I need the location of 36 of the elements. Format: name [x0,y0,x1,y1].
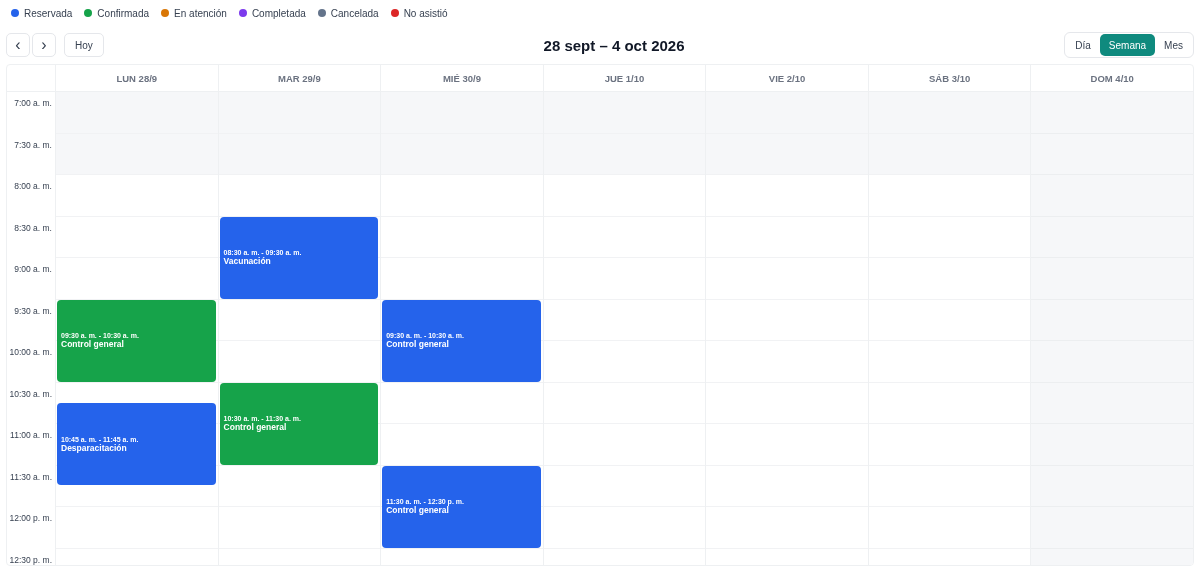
today-button[interactable]: Hoy [64,33,104,57]
event-title: Control general [61,339,125,349]
day-header: VIE 2/10 [705,65,868,91]
event-title: Control general [386,505,449,515]
time-label: 12:00 p. m. [9,513,52,524]
time-label: 8:30 a. m. [14,222,52,234]
time-label: 11:30 a. m. [10,471,52,483]
time-label: 10:00 a. m. [9,347,52,358]
legend-label: Reservada [24,7,73,19]
event-title: Desparacitación [61,442,128,453]
time-label: 7:30 a. m. [14,139,52,151]
time-label: 11:00 a. m. [10,430,52,441]
day-header: MAR 29/9 [217,65,381,91]
legend-label: Completada [251,7,306,19]
legend-label: Cancelada [330,7,379,19]
event-title: Control general [223,422,288,432]
day-header: MIÉ 30/9 [380,65,543,91]
time-label: 7:00 a. m. [14,98,52,109]
time-label: 9:00 a. m. [14,264,52,275]
day-header: SÁB 3/10 [867,65,1031,91]
legend-label: En atención [174,7,227,19]
view-tab[interactable]: Semana [1099,34,1156,56]
legend-label: Confirmada [97,7,150,19]
legend-label: No asistió [403,7,448,19]
time-label: 12:30 p. m. [9,554,52,565]
event-title: Vacunación [223,256,272,266]
day-header: DOM 4/10 [1030,65,1193,91]
previous-button[interactable]: ‹ [6,33,30,57]
time-label: 8:00 a. m. [14,181,52,192]
time-label: 9:30 a. m. [14,305,52,317]
next-button[interactable]: › [32,33,56,57]
day-header: LUN 28/9 [55,65,218,91]
day-header: JUE 1/10 [542,65,706,91]
time-label: 10:30 a. m. [9,388,52,400]
date-range-title: 28 sept – 4 oct 2026 [543,36,685,54]
event-title: Control general [386,339,450,349]
